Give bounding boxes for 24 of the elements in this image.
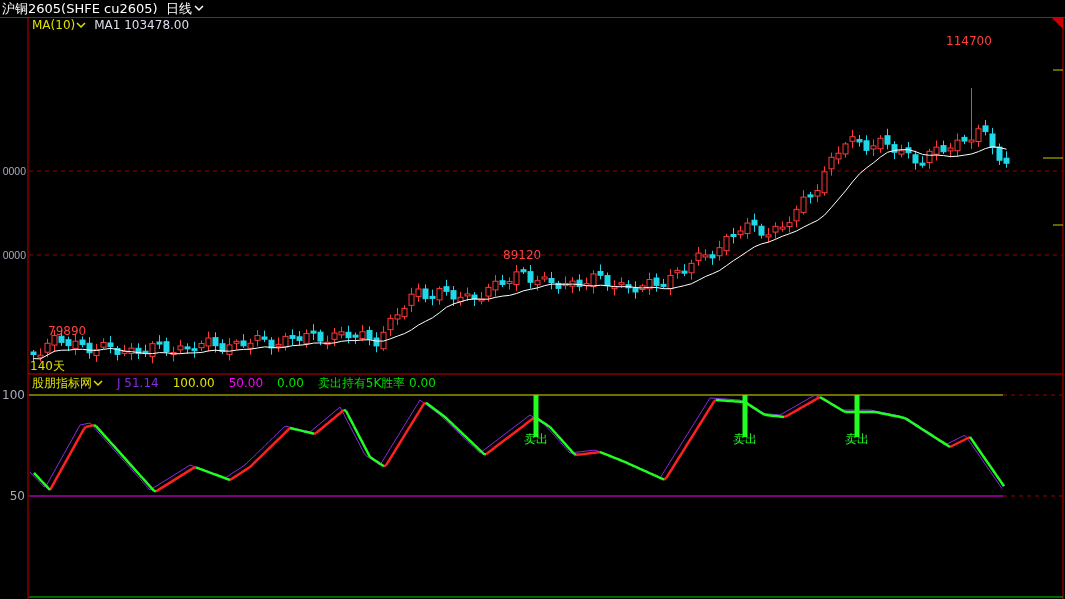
period-selector[interactable]: 日线 (165, 0, 204, 18)
indicator-selector[interactable]: MA(10) (32, 18, 87, 32)
indicator-reading: 卖出持有5K胜率 0.00 (317, 374, 436, 392)
caret-icon (93, 379, 103, 387)
axis-label: 0000 (2, 249, 26, 261)
price-tick-mark (1052, 224, 1064, 226)
price-label: 89120 (503, 248, 542, 262)
caret-icon (193, 5, 204, 12)
indicator-reading: J 51.14 (117, 376, 159, 390)
indicator-reading: 100.00 (172, 376, 215, 390)
price-tick-mark (1042, 157, 1064, 159)
axis-label: 50 (9, 489, 25, 503)
ma-reading: MA1 103478.00 (94, 18, 190, 32)
axis-label: 100 (2, 388, 25, 402)
indicator-reading: 0.00 (277, 376, 304, 390)
price-label: 79890 (48, 324, 87, 338)
indicator-selector[interactable]: 股朋指标网 (32, 374, 103, 392)
price-tick-mark (1052, 69, 1064, 71)
instrument-title: 沪铜2605(SHFE cu2605) (2, 0, 158, 18)
axis-label: 0000 (2, 165, 26, 177)
price-label: 114700 (946, 34, 992, 48)
caret-icon (76, 21, 87, 29)
indicator-reading: 50.00 (228, 376, 264, 390)
range-label: 140天 (30, 359, 65, 373)
